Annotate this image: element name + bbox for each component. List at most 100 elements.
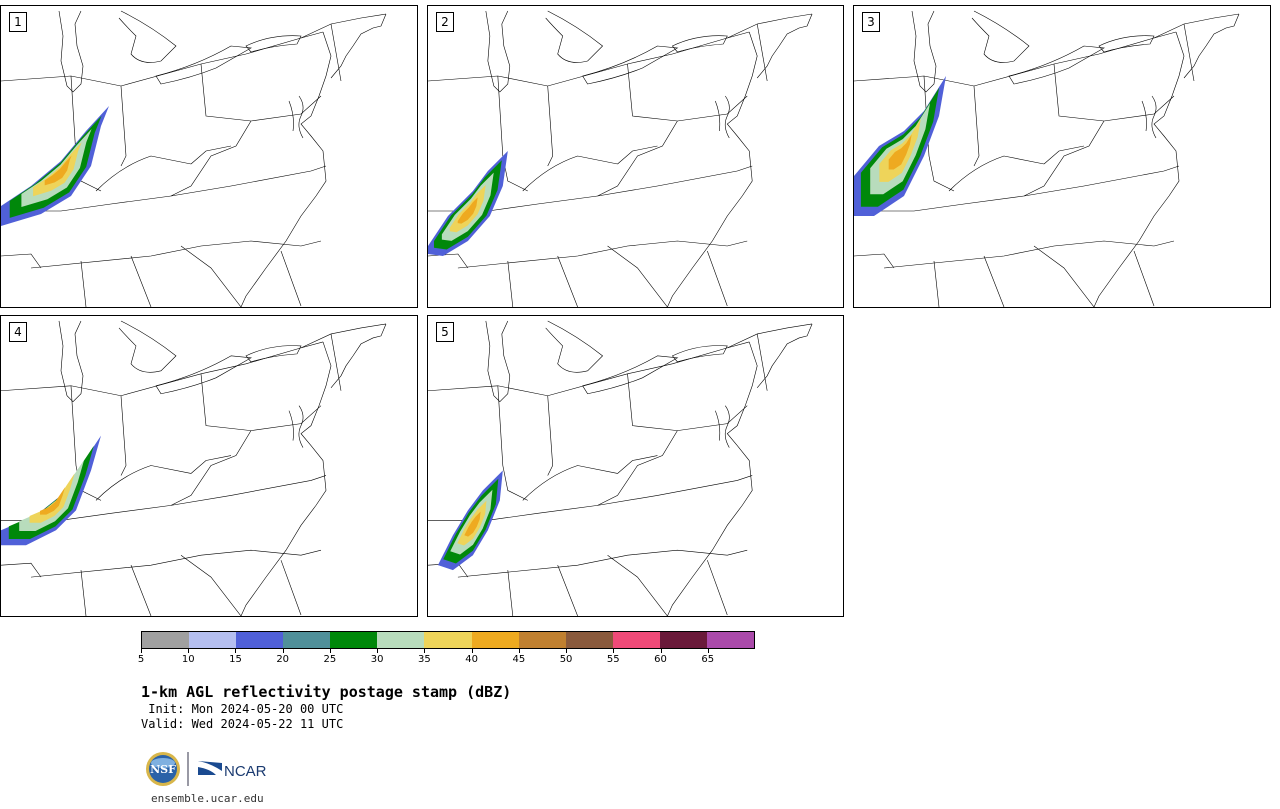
- map-boundary: [627, 373, 748, 431]
- colorbar-tick-label: 5: [137, 654, 145, 665]
- colorbar-tick-label: 65: [701, 654, 715, 665]
- map-boundary: [245, 35, 302, 53]
- colorbar-tick: [141, 648, 142, 653]
- map-boundary: [298, 95, 304, 139]
- colorbar-tick: [235, 648, 237, 653]
- map-boundary: [617, 455, 658, 474]
- colorbar-segment: [706, 632, 755, 648]
- map-boundary: [30, 240, 322, 269]
- site-url: ensemble.ucar.edu: [151, 792, 264, 805]
- map-boundary: [428, 253, 469, 269]
- colorbar-segment: [330, 632, 378, 648]
- map-boundary: [522, 155, 618, 192]
- colorbar-tick-label: 40: [465, 654, 478, 665]
- colorbar-tick-label: 35: [418, 654, 431, 665]
- forecast-panel-4: 4: [0, 315, 418, 617]
- colorbar-tick: [424, 648, 426, 653]
- map-boundary: [617, 145, 658, 165]
- map-boundary: [667, 31, 758, 307]
- map-boundary: [1, 562, 42, 578]
- map-boundary: [457, 240, 748, 269]
- map-boundary: [547, 85, 554, 167]
- forecast-panel-3: 3: [853, 5, 1271, 308]
- colorbar-tick: [518, 648, 520, 653]
- colorbar-segment: [283, 632, 331, 648]
- colorbar-segment: [236, 632, 284, 648]
- forecast-panel-5: 5: [427, 315, 844, 617]
- map-boundary: [707, 560, 728, 616]
- map-boundary: [507, 260, 514, 307]
- map-boundary: [130, 255, 152, 307]
- colorbar-tick: [377, 648, 379, 653]
- map-boundary: [1183, 13, 1240, 79]
- colorbar-tick-label: 20: [276, 654, 290, 665]
- map-boundary: [557, 255, 578, 307]
- map-boundary: [330, 323, 387, 388]
- map-boundary: [545, 10, 604, 63]
- map-boundary: [756, 13, 813, 79]
- map-boundary: [671, 345, 728, 363]
- map-boundary: [973, 85, 980, 167]
- map-boundary: [854, 31, 1177, 87]
- map-boundary: [180, 554, 242, 616]
- forecast-panel-2: 2: [427, 5, 844, 308]
- panel-label-5: 5: [436, 322, 454, 342]
- map-boundary: [200, 63, 322, 122]
- map-boundary: [288, 100, 294, 132]
- colorbar-segment: [377, 632, 425, 648]
- map-boundary: [95, 465, 192, 501]
- colorbar-tick: [471, 648, 473, 653]
- map-boundary: [1, 505, 172, 521]
- colorbar-segment: [471, 632, 519, 648]
- map-boundary: [240, 341, 332, 616]
- map-2: [428, 10, 813, 307]
- map-boundary: [130, 565, 152, 616]
- map-boundary: [607, 245, 668, 307]
- colorbar-tick-label: 25: [323, 654, 337, 665]
- map-boundary: [1033, 245, 1095, 307]
- map-5: [428, 320, 813, 616]
- colorbar-tick: [188, 648, 190, 653]
- map-boundary: [280, 560, 302, 616]
- colorbar-segment: [189, 632, 237, 648]
- map-boundary: [240, 31, 332, 307]
- map-boundary: [883, 240, 1175, 269]
- map-boundary: [30, 549, 322, 578]
- ncar-logo-text: NCAR: [224, 763, 267, 780]
- map-boundary: [120, 85, 127, 167]
- map-boundary: [1, 253, 42, 269]
- map-boundary: [1093, 31, 1185, 307]
- map-boundary: [627, 63, 748, 122]
- ncar-logo-icon: NCAR: [198, 761, 267, 780]
- map-boundary: [190, 455, 232, 474]
- colorbar-segment: [612, 632, 660, 648]
- map-boundary: [715, 100, 721, 132]
- figure-title: 1-km AGL reflectivity postage stamp (dBZ…: [141, 683, 512, 701]
- map-boundary: [547, 395, 554, 476]
- colorbar-tick-label: 55: [606, 654, 620, 665]
- map-boundary: [428, 195, 598, 212]
- colorbar-tick-label: 15: [229, 654, 242, 665]
- map-boundary: [983, 255, 1005, 307]
- map-boundary: [190, 145, 232, 165]
- panel-label-1: 1: [9, 12, 27, 32]
- colorbar-segment: [142, 632, 190, 648]
- colorbar-tick-label: 50: [559, 654, 573, 665]
- map-boundary: [507, 570, 514, 616]
- map-boundary: [557, 565, 578, 616]
- map-boundary: [933, 260, 940, 307]
- map-boundary: [522, 465, 618, 501]
- map-4: [1, 320, 387, 616]
- map-boundary: [428, 341, 750, 397]
- map-boundary: [756, 323, 813, 388]
- map-boundary: [118, 320, 177, 373]
- panel-label-4: 4: [9, 322, 27, 342]
- colorbar-tick-label: 10: [181, 654, 195, 665]
- map-boundary: [118, 10, 177, 63]
- colorbar-tick: [282, 648, 284, 653]
- map-boundary: [1151, 95, 1157, 139]
- map-boundary: [1053, 63, 1175, 122]
- colorbar-tick: [329, 648, 331, 653]
- colorbar-tick-label: 45: [512, 654, 526, 665]
- colorbar-segment: [518, 632, 566, 648]
